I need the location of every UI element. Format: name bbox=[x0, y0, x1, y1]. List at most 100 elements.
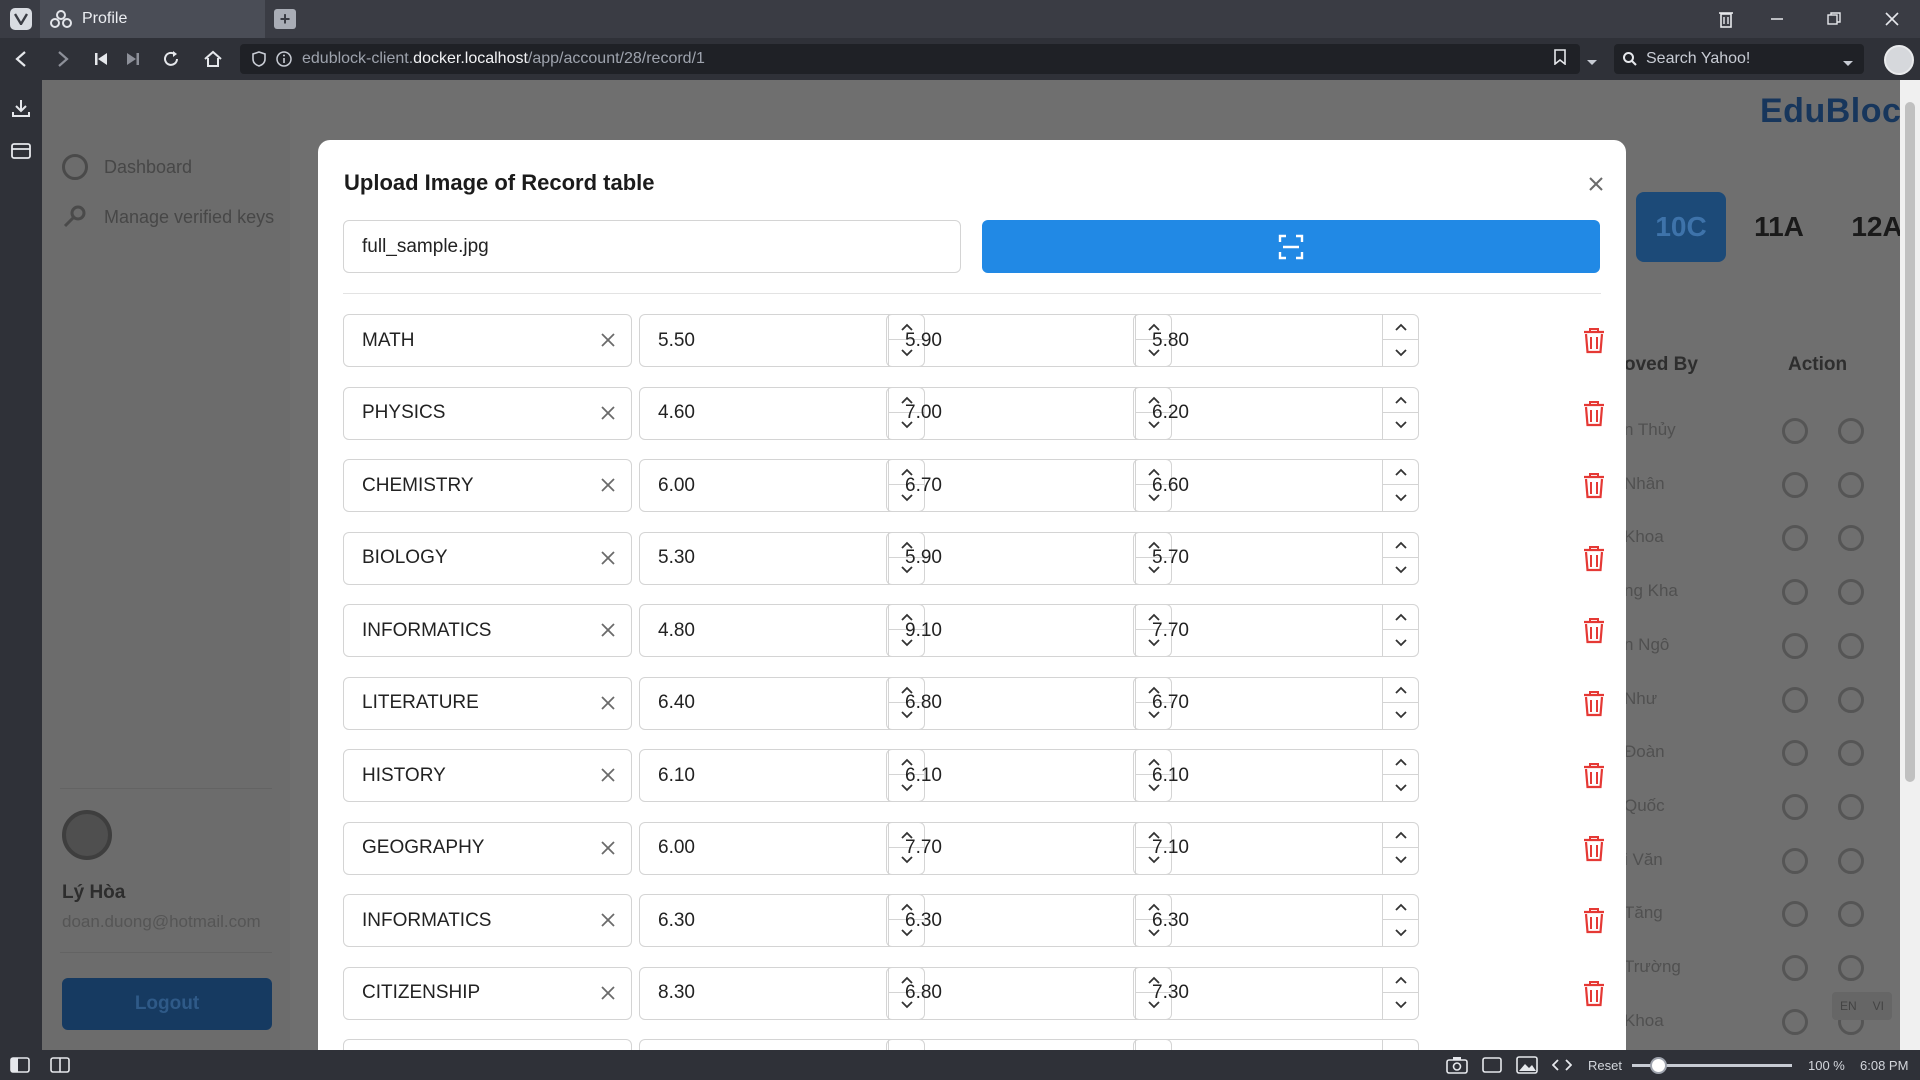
chevron-down-icon[interactable] bbox=[1383, 775, 1418, 800]
subject-input[interactable]: INFORMATICS bbox=[343, 604, 632, 657]
lang-en[interactable]: EN bbox=[1840, 999, 1857, 1013]
number-stepper[interactable] bbox=[1382, 1040, 1418, 1050]
chevron-up-icon[interactable] bbox=[1383, 678, 1418, 703]
vivaldi-menu-icon[interactable] bbox=[10, 8, 32, 30]
score-1-input[interactable]: 8.30 bbox=[639, 966, 925, 1020]
subject-input[interactable]: CHEMISTRY bbox=[343, 459, 632, 512]
delete-row-icon[interactable] bbox=[1581, 326, 1607, 356]
number-stepper[interactable] bbox=[1382, 895, 1418, 946]
score-1-input[interactable] bbox=[639, 1039, 925, 1050]
history-icon[interactable] bbox=[1782, 901, 1808, 928]
number-stepper[interactable] bbox=[1382, 532, 1418, 584]
history-icon[interactable] bbox=[1782, 471, 1808, 498]
history-icon[interactable] bbox=[1782, 793, 1808, 820]
score-average-input[interactable]: 7.30 bbox=[1133, 966, 1419, 1020]
score-1-input[interactable]: 6.10 bbox=[639, 749, 925, 802]
refresh-icon[interactable] bbox=[1838, 471, 1864, 498]
subject-input[interactable]: CITIZENSHIP bbox=[343, 966, 632, 1020]
score-average-input[interactable]: 7.10 bbox=[1133, 821, 1419, 875]
subject-input[interactable]: MATH bbox=[343, 314, 632, 367]
class-tab-11a[interactable]: 11A bbox=[1734, 192, 1824, 262]
search-field[interactable]: Search Yahoo! bbox=[1614, 44, 1864, 74]
file-name-input[interactable]: full_sample.jpg bbox=[343, 220, 961, 273]
score-average-input[interactable]: 7.70 bbox=[1133, 604, 1419, 657]
lang-vi[interactable]: VI bbox=[1873, 999, 1884, 1013]
clear-icon[interactable] bbox=[597, 329, 619, 351]
chevron-down-icon[interactable] bbox=[1383, 993, 1418, 1018]
forward-icon[interactable] bbox=[50, 46, 76, 72]
delete-row-icon[interactable] bbox=[1581, 544, 1607, 574]
subject-input[interactable]: BIOLOGY bbox=[343, 531, 632, 585]
bookmark-icon[interactable] bbox=[1554, 48, 1566, 70]
number-stepper[interactable] bbox=[1382, 315, 1418, 366]
chevron-down-icon[interactable] bbox=[1383, 920, 1418, 945]
chevron-down-icon[interactable] bbox=[1383, 703, 1418, 728]
refresh-icon[interactable] bbox=[1838, 901, 1864, 928]
camera-icon[interactable] bbox=[1446, 1056, 1468, 1077]
close-window-icon[interactable] bbox=[1870, 0, 1914, 38]
history-icon[interactable] bbox=[1782, 632, 1808, 659]
refresh-icon[interactable] bbox=[1838, 632, 1864, 659]
chevron-down-icon[interactable] bbox=[1383, 558, 1418, 583]
nav-dashboard[interactable]: Dashboard bbox=[62, 154, 192, 180]
subject-input[interactable]: LITERATURE bbox=[343, 676, 632, 730]
minimize-window-icon[interactable] bbox=[1755, 0, 1799, 38]
history-icon[interactable] bbox=[1782, 579, 1808, 606]
clear-icon[interactable] bbox=[597, 909, 619, 931]
refresh-icon[interactable] bbox=[1838, 740, 1864, 767]
class-tab-10c[interactable]: 10C bbox=[1636, 192, 1726, 262]
scrollbar-thumb[interactable] bbox=[1905, 102, 1915, 782]
history-icon[interactable] bbox=[1782, 955, 1808, 981]
trash-icon[interactable] bbox=[1704, 0, 1748, 38]
number-stepper[interactable] bbox=[1382, 967, 1418, 1019]
score-2-input[interactable]: 6.70 bbox=[886, 459, 1172, 512]
subject-input[interactable]: HISTORY bbox=[343, 749, 632, 802]
score-average-input[interactable]: 6.60 bbox=[1133, 459, 1419, 512]
subject-input[interactable]: GEOGRAPHY bbox=[343, 821, 632, 875]
clear-icon[interactable] bbox=[597, 692, 619, 714]
number-stepper[interactable] bbox=[1382, 822, 1418, 874]
score-average-input[interactable]: 6.30 bbox=[1133, 894, 1419, 947]
score-2-input[interactable]: 9.10 bbox=[886, 604, 1172, 657]
chevron-down-icon[interactable] bbox=[1383, 485, 1418, 510]
score-average-input[interactable] bbox=[1133, 1039, 1419, 1050]
score-average-input[interactable]: 5.80 bbox=[1133, 314, 1419, 367]
number-stepper[interactable] bbox=[1382, 677, 1418, 729]
subject-input[interactable]: PHYSICS bbox=[343, 386, 632, 440]
history-icon[interactable] bbox=[1782, 1008, 1808, 1035]
number-stepper[interactable] bbox=[1382, 387, 1418, 439]
delete-row-icon[interactable] bbox=[1581, 761, 1607, 791]
history-icon[interactable] bbox=[1782, 525, 1808, 552]
window-panel-icon[interactable] bbox=[11, 142, 31, 165]
subject-input[interactable] bbox=[343, 1039, 632, 1050]
score-average-input[interactable]: 6.10 bbox=[1133, 749, 1419, 802]
clear-icon[interactable] bbox=[597, 474, 619, 496]
score-2-input[interactable]: 6.10 bbox=[886, 749, 1172, 802]
reload-icon[interactable] bbox=[158, 46, 184, 72]
class-tab-12a[interactable]: 12A bbox=[1832, 192, 1900, 262]
score-1-input[interactable]: 6.30 bbox=[639, 894, 925, 947]
zoom-slider-handle[interactable] bbox=[1650, 1057, 1667, 1074]
back-icon[interactable] bbox=[8, 46, 34, 72]
url-dropdown-icon[interactable] bbox=[1586, 54, 1598, 72]
browser-profile-avatar[interactable] bbox=[1884, 45, 1914, 75]
refresh-icon[interactable] bbox=[1838, 579, 1864, 606]
code-icon[interactable] bbox=[1551, 1058, 1573, 1075]
delete-row-icon[interactable] bbox=[1581, 979, 1607, 1009]
restore-window-icon[interactable] bbox=[1812, 0, 1856, 38]
score-1-input[interactable]: 4.60 bbox=[639, 386, 925, 440]
chevron-up-icon[interactable] bbox=[1383, 605, 1418, 630]
tile-tabs-icon[interactable] bbox=[50, 1057, 70, 1076]
score-1-input[interactable]: 6.00 bbox=[639, 821, 925, 875]
score-2-input[interactable]: 5.90 bbox=[886, 314, 1172, 367]
rewind-icon[interactable] bbox=[88, 46, 114, 72]
score-2-input[interactable]: 5.90 bbox=[886, 531, 1172, 585]
score-average-input[interactable]: 6.20 bbox=[1133, 386, 1419, 440]
chevron-down-icon[interactable] bbox=[1383, 340, 1418, 365]
refresh-icon[interactable] bbox=[1838, 686, 1864, 713]
chevron-up-icon[interactable] bbox=[1383, 895, 1418, 920]
delete-row-icon[interactable] bbox=[1581, 689, 1607, 719]
score-1-input[interactable]: 6.40 bbox=[639, 676, 925, 730]
score-1-input[interactable]: 6.00 bbox=[639, 459, 925, 512]
panel-toggle-icon[interactable] bbox=[10, 1057, 30, 1076]
